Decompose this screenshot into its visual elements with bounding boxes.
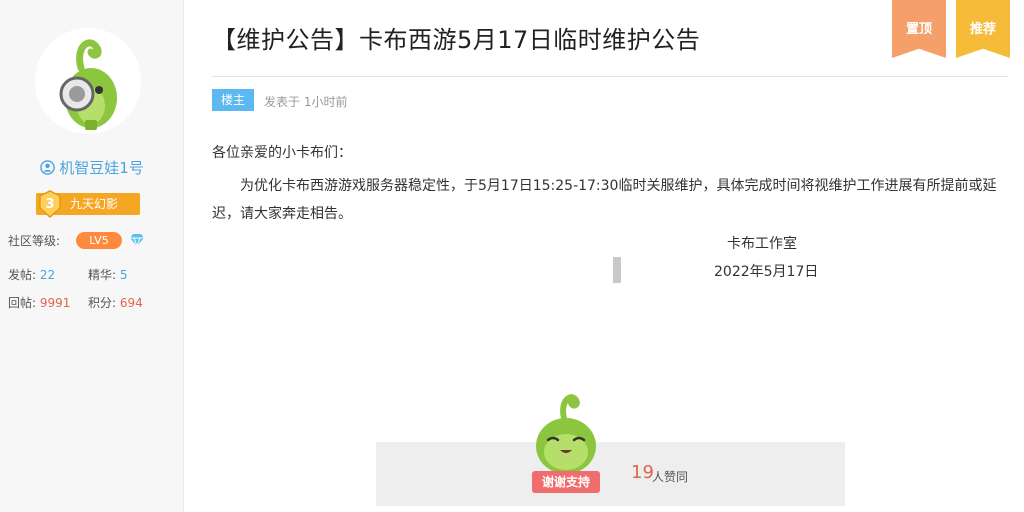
rank-number: 3 bbox=[45, 197, 55, 212]
stat-points-label: 积分: bbox=[88, 296, 117, 310]
stat-replies: 回帖: 9991 bbox=[8, 294, 70, 311]
avatar[interactable] bbox=[35, 28, 141, 134]
author-sidebar: 机智豆娃1号 3 九天幻影 社区等级: LV5 发帖: 22 精华: 5 回帖:… bbox=[0, 0, 184, 512]
title-divider bbox=[212, 76, 1008, 77]
stat-posts: 发帖: 22 bbox=[8, 266, 55, 283]
pin-ribbon: 置顶 bbox=[892, 0, 946, 58]
post-greeting: 各位亲爱的小卡布们： bbox=[212, 145, 352, 161]
username-text: 机智豆娃1号 bbox=[59, 159, 144, 177]
signature-team: 卡布工作室 bbox=[727, 236, 797, 252]
community-level: 社区等级: LV5 bbox=[8, 232, 178, 250]
rank-badge: 3 九天幻影 bbox=[36, 190, 140, 219]
stat-points: 积分: 694 bbox=[88, 294, 143, 311]
stat-elite-label: 精华: bbox=[88, 268, 117, 282]
recommend-ribbon: 推荐 bbox=[956, 0, 1010, 58]
username[interactable]: 机智豆娃1号 bbox=[0, 157, 184, 179]
post-time: 发表于 1小时前 bbox=[264, 95, 348, 109]
signature-date: 2022年5月17日 bbox=[714, 264, 819, 280]
like-count: 19 bbox=[631, 462, 654, 483]
thanks-button[interactable]: 谢谢支持 bbox=[532, 471, 600, 493]
post-title: 【维护公告】卡布西游5月17日临时维护公告 bbox=[212, 26, 701, 54]
stat-elite-value: 5 bbox=[119, 268, 128, 282]
like-suffix: 人赞同 bbox=[652, 470, 689, 484]
scroll-indicator bbox=[613, 257, 621, 283]
op-tag: 楼主 bbox=[212, 89, 254, 111]
diamond-icon bbox=[129, 233, 145, 252]
rank-medal-icon: 3 bbox=[38, 190, 62, 219]
mascot-avatar bbox=[59, 39, 117, 130]
stat-replies-value: 9991 bbox=[39, 296, 71, 310]
rank-title: 九天幻影 bbox=[70, 197, 119, 211]
stat-posts-label: 发帖: bbox=[8, 268, 37, 282]
stat-elite: 精华: 5 bbox=[88, 266, 128, 283]
level-pill: LV5 bbox=[76, 232, 122, 249]
stat-replies-label: 回帖: bbox=[8, 296, 37, 310]
stat-points-value: 694 bbox=[119, 296, 143, 310]
user-icon bbox=[40, 160, 55, 179]
like-panel bbox=[376, 442, 845, 506]
post-paragraph: 为优化卡布西游游戏服务器稳定性，于5月17日15:25-17:30临时关服维护，… bbox=[212, 178, 997, 222]
stat-posts-value: 22 bbox=[39, 268, 56, 282]
level-label: 社区等级: bbox=[8, 234, 61, 248]
